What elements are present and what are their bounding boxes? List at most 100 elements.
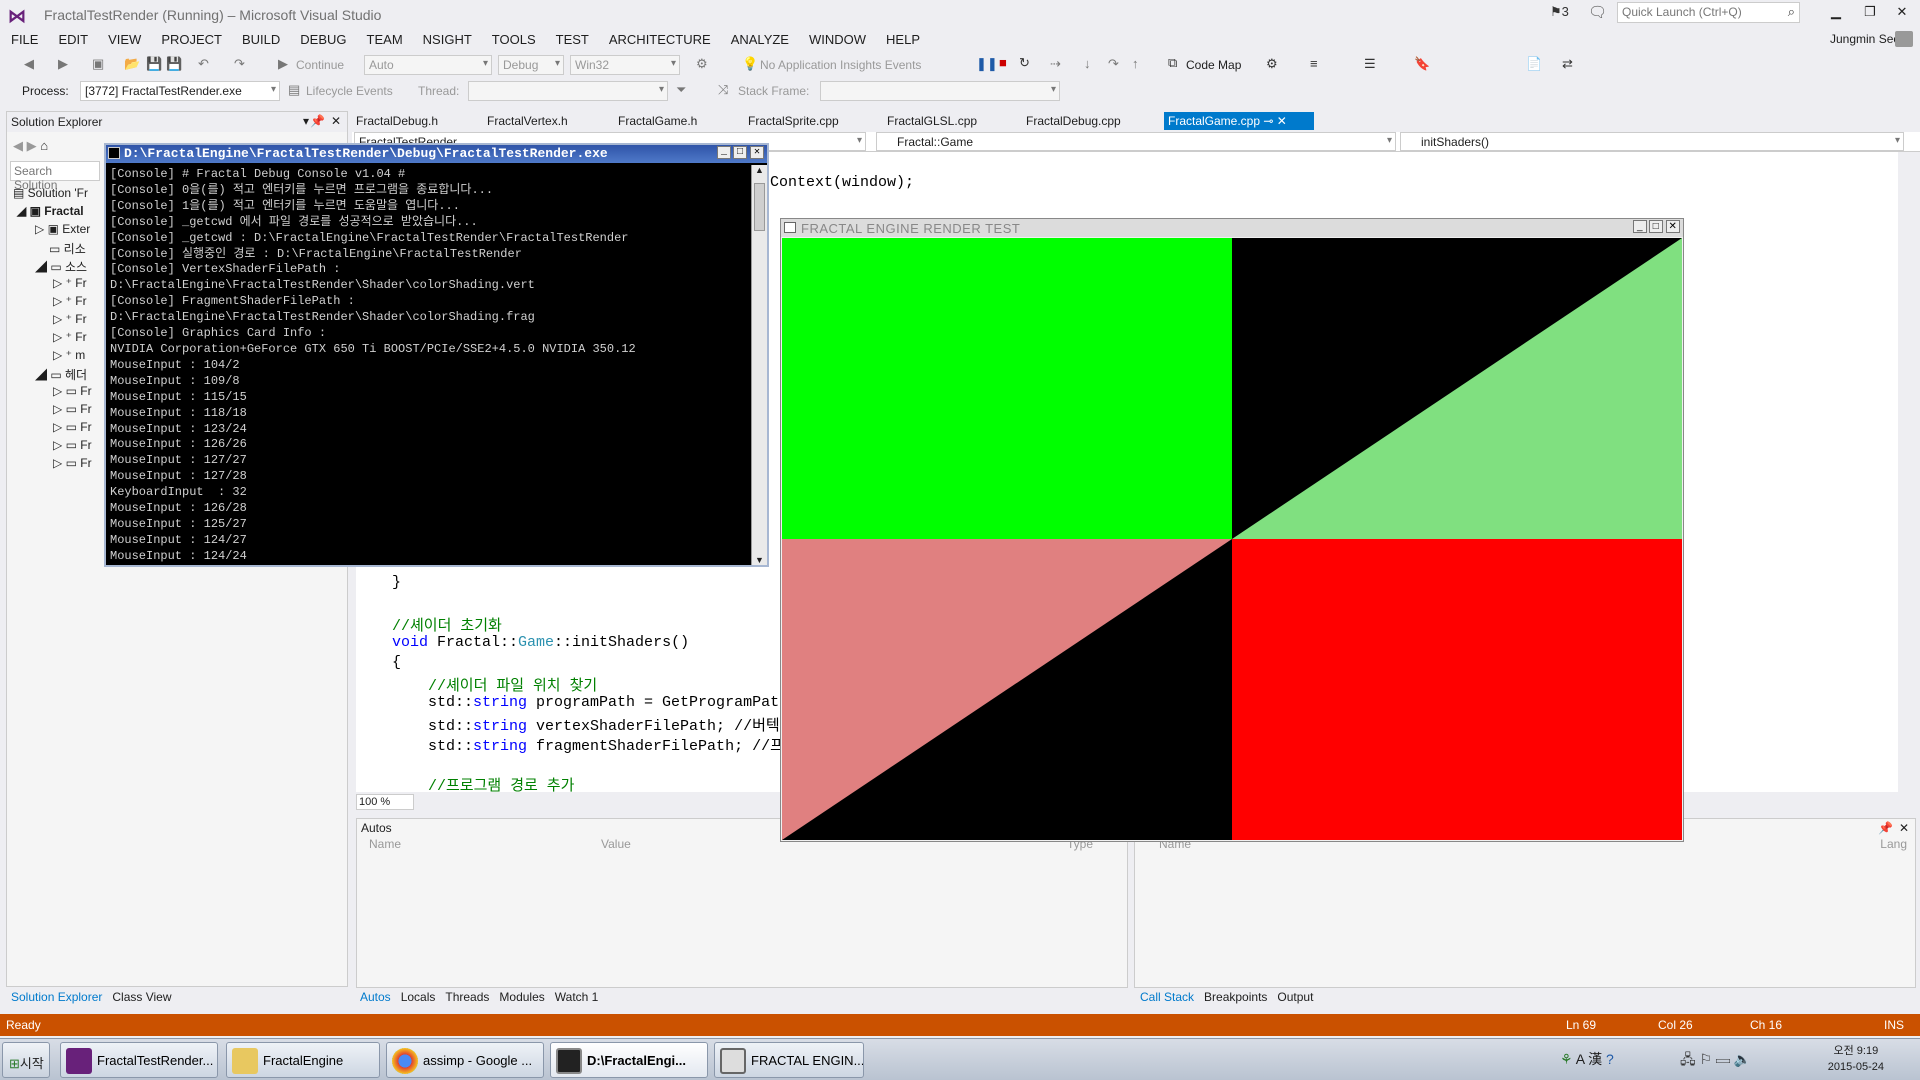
step-into-icon[interactable]: ↓	[1084, 56, 1091, 71]
comment-icon[interactable]: ☰	[1364, 56, 1376, 72]
file-icon[interactable]: 📄	[1526, 56, 1542, 72]
tab-fractalglsl-cpp[interactable]: FractalGLSL.cpp	[883, 112, 981, 130]
console-close-button[interactable]: ✕	[750, 146, 764, 159]
tree-external[interactable]: ▷ ▣ Exter	[35, 222, 90, 236]
solution-config-combo[interactable]: Auto	[364, 55, 492, 75]
platform-combo[interactable]: Win32	[570, 55, 680, 75]
close-button[interactable]: ✕	[1888, 4, 1916, 20]
menu-tools[interactable]: TOOLS	[481, 30, 545, 47]
pin-icon[interactable]: 📌	[310, 114, 325, 128]
attach-icon[interactable]: ⚙	[696, 56, 708, 72]
chevron-down-icon[interactable]: ▾	[303, 114, 309, 128]
tree-hdr-5[interactable]: ▷ ▭ Fr	[53, 456, 92, 470]
console-scrollbar[interactable]: ▲ ▼	[751, 165, 767, 565]
continue-button[interactable]: Continue	[296, 58, 344, 72]
redo-icon[interactable]: ↷	[234, 56, 245, 72]
zoom-combo[interactable]: 100 %	[356, 794, 414, 810]
notification-flag-icon[interactable]: ⚑3	[1550, 4, 1569, 20]
tab-modules[interactable]: Modules	[499, 990, 544, 1004]
new-project-icon[interactable]: ▣	[92, 56, 104, 72]
user-avatar[interactable]	[1895, 31, 1913, 47]
tree-src-2[interactable]: ▷ ⁺ Fr	[53, 294, 87, 308]
tab-breakpoints[interactable]: Breakpoints	[1204, 990, 1267, 1004]
console-maximize-button[interactable]: □	[733, 146, 747, 159]
step-over-icon[interactable]: ↷	[1108, 56, 1119, 72]
solution-search-input[interactable]: Search Solution	[10, 161, 100, 192]
menu-nsight[interactable]: NSIGHT	[412, 30, 481, 47]
menu-build[interactable]: BUILD	[231, 30, 289, 47]
tree-src-1[interactable]: ▷ ⁺ Fr	[53, 276, 87, 290]
tree-src-3[interactable]: ▷ ⁺ Fr	[53, 312, 87, 326]
tab-locals[interactable]: Locals	[401, 990, 436, 1004]
save-icon[interactable]: 💾	[146, 56, 162, 72]
render-maximize-button[interactable]: □	[1649, 220, 1663, 233]
undo-icon[interactable]: ↶	[198, 56, 209, 72]
lifecycle-events-button[interactable]: Lifecycle Events	[306, 84, 393, 98]
stop-icon[interactable]: ■	[999, 55, 1007, 70]
tree-hdr-4[interactable]: ▷ ▭ Fr	[53, 438, 92, 452]
task-explorer[interactable]: FractalEngine	[226, 1042, 380, 1078]
menu-view[interactable]: VIEW	[97, 30, 150, 47]
tab-fractaldebug-h[interactable]: FractalDebug.h	[352, 112, 442, 130]
menu-debug[interactable]: DEBUG	[289, 30, 355, 47]
menu-window[interactable]: WINDOW	[798, 30, 875, 47]
scroll-up-icon[interactable]: ▲	[755, 165, 764, 175]
tab-solution-explorer[interactable]: Solution Explorer	[11, 990, 102, 1004]
thread-combo[interactable]	[468, 81, 668, 101]
pause-icon[interactable]: ❚❚	[976, 56, 998, 72]
tree-hdr-1[interactable]: ▷ ▭ Fr	[53, 384, 92, 398]
restore-button[interactable]: ❐	[1856, 4, 1884, 20]
quick-launch-input[interactable]: Quick Launch (Ctrl+Q) ⌕	[1617, 2, 1800, 23]
continue-icon[interactable]: ▶	[278, 56, 288, 72]
tray-network-icon[interactable]: 🖧	[1680, 1051, 1696, 1067]
menu-test[interactable]: TEST	[545, 30, 598, 47]
back-icon[interactable]: ◀	[24, 56, 34, 72]
tab-fractalsprite-cpp[interactable]: FractalSprite.cpp	[744, 112, 843, 130]
tree-src-5[interactable]: ▷ ⁺ m	[53, 348, 85, 362]
tab-autos[interactable]: Autos	[360, 990, 391, 1004]
task-render-window[interactable]: FRACTAL ENGIN...	[714, 1042, 864, 1078]
tree-src-4[interactable]: ▷ ⁺ Fr	[53, 330, 87, 344]
menu-edit[interactable]: EDIT	[47, 30, 97, 47]
scroll-down-icon[interactable]: ▼	[755, 555, 764, 565]
console-title-bar[interactable]: D:\FractalEngine\FractalTestRender\Debug…	[106, 145, 767, 163]
forward-icon[interactable]: ▶	[27, 138, 37, 153]
tab-threads[interactable]: Threads	[445, 990, 489, 1004]
step-out-icon[interactable]: ↑	[1132, 56, 1139, 71]
render-title-bar[interactable]: FRACTAL ENGINE RENDER TEST _ □ ✕	[781, 219, 1683, 237]
menu-project[interactable]: PROJECT	[150, 30, 231, 47]
help-icon[interactable]: ?	[1606, 1051, 1614, 1067]
tab-fractalgame-cpp[interactable]: FractalGame.cpp ⊸ ✕	[1164, 112, 1314, 130]
tab-fractalvertex-h[interactable]: FractalVertex.h	[483, 112, 572, 130]
tab-fractaldebug-cpp[interactable]: FractalDebug.cpp	[1022, 112, 1125, 130]
process-combo[interactable]: [3772] FractalTestRender.exe	[80, 81, 280, 101]
insights-label[interactable]: No Application Insights Events	[760, 58, 921, 72]
menu-analyze[interactable]: ANALYZE	[720, 30, 798, 47]
insights-icon[interactable]: 💡	[742, 56, 758, 72]
user-name[interactable]: Jungmin Seo	[1830, 32, 1900, 46]
save-all-icon[interactable]: 💾	[166, 56, 182, 72]
close-panel-icon[interactable]: ✕	[331, 114, 341, 128]
render-close-button[interactable]: ✕	[1666, 220, 1680, 233]
ime-icon[interactable]: ⚘	[1560, 1051, 1573, 1067]
task-chrome[interactable]: assimp - Google ...	[386, 1042, 544, 1078]
console-minimize-button[interactable]: _	[717, 146, 731, 159]
feedback-icon[interactable]: 🗨	[1588, 3, 1607, 21]
clock[interactable]: 오전 9:19 2015-05-24	[1828, 1043, 1884, 1075]
tree-resources[interactable]: ▭ 리소	[49, 240, 86, 257]
home-icon[interactable]: ⌂	[40, 138, 48, 153]
filter-icon[interactable]: ⏷	[676, 82, 686, 98]
tray-flag-icon[interactable]: ⚐	[1700, 1051, 1713, 1067]
code-map-button[interactable]: Code Map	[1186, 58, 1241, 72]
close-panel-icon[interactable]: ✕	[1899, 821, 1909, 835]
ime-mode-hanja[interactable]: 漢	[1588, 1051, 1602, 1067]
pin-icon[interactable]: 📌	[1878, 821, 1893, 835]
hex-display-icon[interactable]: ⚙	[1266, 56, 1278, 72]
tree-solution[interactable]: ▤ Solution 'Fr	[13, 186, 88, 200]
debug-config-combo[interactable]: Debug	[498, 55, 564, 75]
menu-architecture[interactable]: ARCHITECTURE	[598, 30, 720, 47]
tab-call-stack[interactable]: Call Stack	[1140, 990, 1194, 1004]
class-nav-combo[interactable]: Fractal::Game	[876, 132, 1396, 151]
menu-help[interactable]: HELP	[875, 30, 929, 47]
tree-hdr-3[interactable]: ▷ ▭ Fr	[53, 420, 92, 434]
